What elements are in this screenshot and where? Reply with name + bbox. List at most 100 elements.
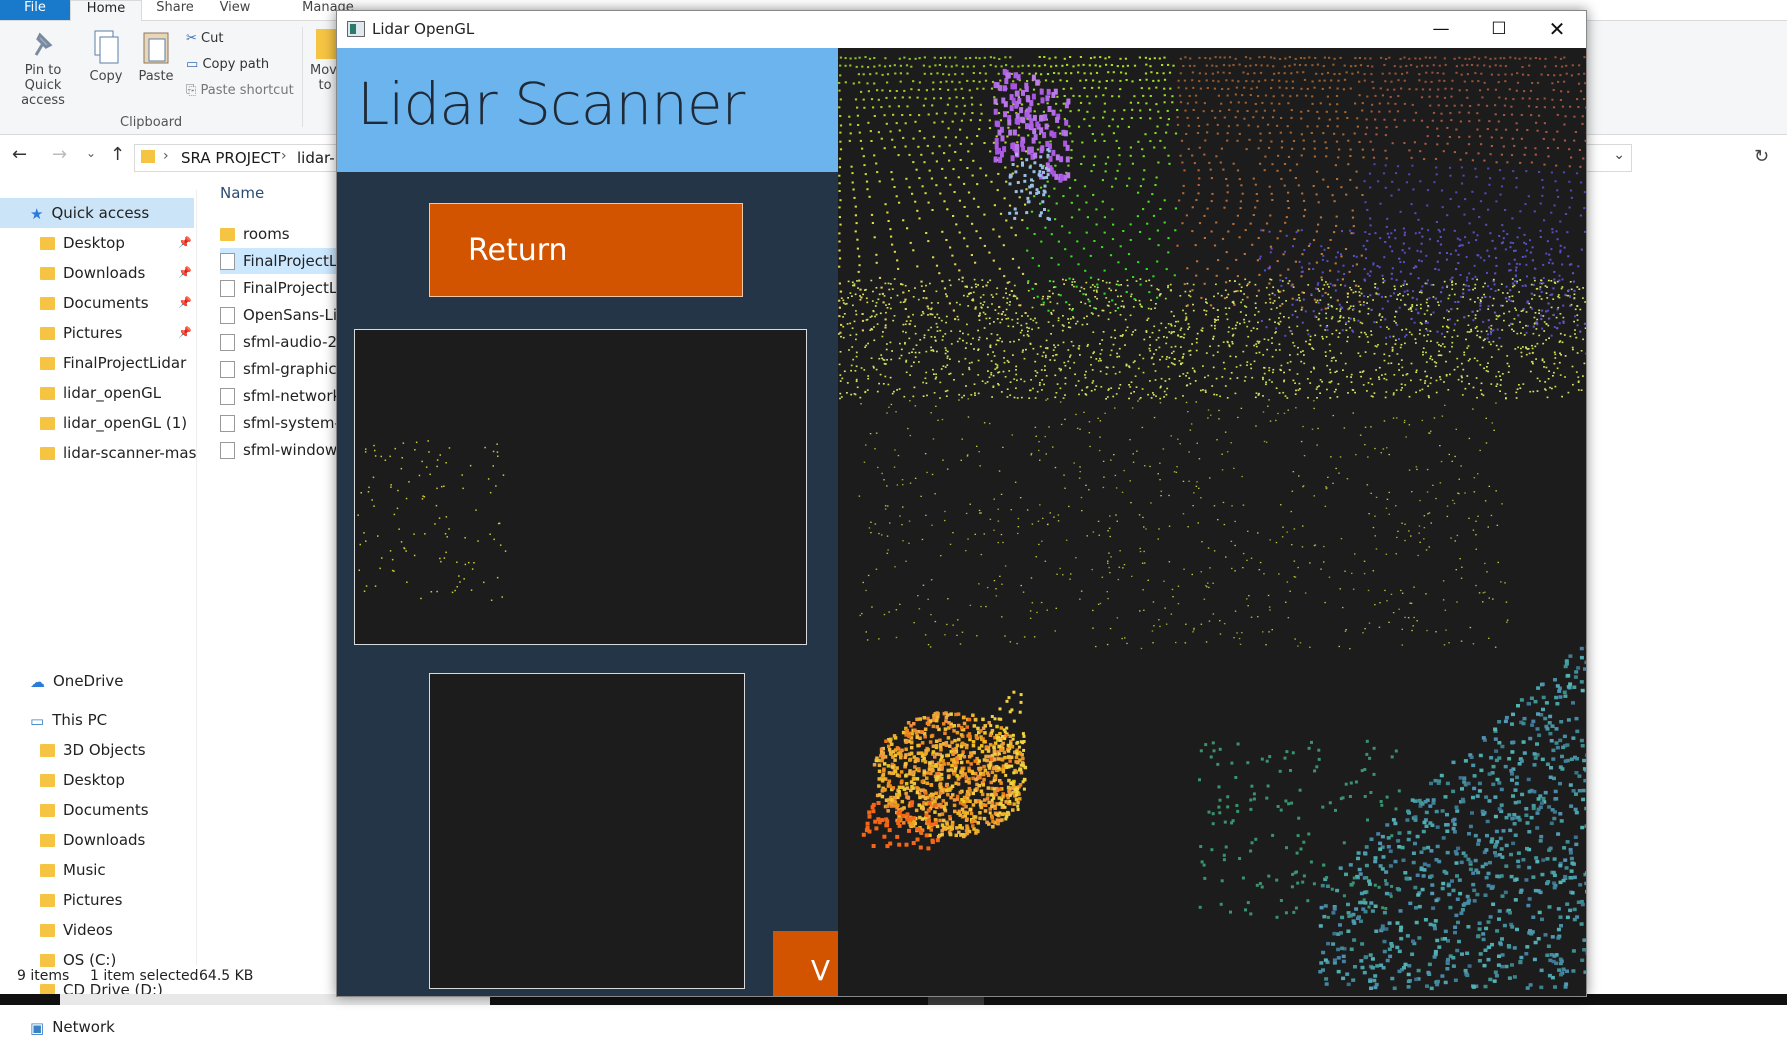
app-banner: Lidar Scanner xyxy=(337,48,838,172)
nav-pc-item[interactable]: Downloads xyxy=(40,825,145,855)
nav-label: 3D Objects xyxy=(63,741,146,759)
pin-icon[interactable]: 📌 xyxy=(178,288,192,318)
breadcrumb-sra-project[interactable]: SRA PROJECT xyxy=(181,149,280,167)
file-icon xyxy=(220,442,235,459)
breadcrumb-lidar[interactable]: lidar- xyxy=(297,149,335,167)
file-icon xyxy=(220,253,235,270)
nav-label: OS (C:) xyxy=(63,951,116,969)
nav-pc-item[interactable]: Desktop xyxy=(40,765,125,795)
folder-icon xyxy=(40,864,55,877)
copy-label: Copy xyxy=(90,69,123,84)
item-count: 9 items xyxy=(17,968,69,984)
folder-icon xyxy=(40,417,55,430)
paste-button[interactable]: Paste xyxy=(136,29,176,84)
v-button[interactable]: V xyxy=(773,931,838,996)
nav-quick-item[interactable]: Documents📌 xyxy=(40,288,196,318)
nav-label: Pictures xyxy=(63,891,122,909)
nav-quick-item[interactable]: lidar_openGL xyxy=(40,378,196,408)
nav-label: Desktop xyxy=(63,234,125,252)
nav-pc-item[interactable]: 3D Objects xyxy=(40,735,146,765)
clipboard-group-label: Clipboard xyxy=(120,115,182,130)
nav-quick-item[interactable]: lidar_openGL (1) xyxy=(40,408,196,438)
refresh-icon[interactable]: ↻ xyxy=(1754,146,1769,167)
nav-quick-item[interactable]: lidar-scanner-master xyxy=(40,438,196,468)
paste-shortcut-button[interactable]: ⎘ Paste shortcut xyxy=(186,83,294,98)
file-list-item[interactable]: sfml-system-2 xyxy=(220,410,345,436)
nav-label: FinalProjectLidar xyxy=(63,354,186,372)
computer-icon: ▭ xyxy=(30,706,44,736)
breadcrumb-chevron-icon: › xyxy=(281,148,287,164)
file-list-item[interactable]: sfml-window xyxy=(220,437,345,463)
window-title: Lidar OpenGL xyxy=(372,20,474,38)
folder-icon xyxy=(141,150,155,163)
nav-pc-item[interactable]: Documents xyxy=(40,795,149,825)
pin-icon[interactable]: 📌 xyxy=(178,318,192,348)
file-list-item[interactable]: FinalProjectLidar xyxy=(220,275,345,301)
cloud-icon: ☁ xyxy=(30,667,45,697)
file-name: FinalProjectLidar xyxy=(243,279,345,297)
file-list-item[interactable]: sfml-audio-2 xyxy=(220,329,345,355)
nav-this-pc[interactable]: ▭ This PC xyxy=(30,705,107,735)
tab-share[interactable]: Share xyxy=(150,0,200,20)
folder-icon xyxy=(40,804,55,817)
nav-quick-access[interactable]: ★Quick access xyxy=(0,198,194,228)
nav-label: Documents xyxy=(63,801,149,819)
lidar-opengl-window: Lidar OpenGL — ☐ ✕ Lidar Scanner Return … xyxy=(336,10,1587,997)
file-list-item[interactable]: OpenSans-Light xyxy=(220,302,345,328)
minimize-icon[interactable]: — xyxy=(1412,11,1470,48)
column-header-name[interactable]: Name xyxy=(220,184,264,202)
file-list-item[interactable]: sfml-graphics xyxy=(220,356,345,382)
folder-icon xyxy=(40,744,55,757)
address-dropdown-icon[interactable]: ⌄ xyxy=(1613,147,1625,163)
nav-quick-item[interactable]: Desktop 📌 xyxy=(40,228,196,258)
nav-network[interactable]: ▣Network xyxy=(30,1012,115,1042)
pin-icon[interactable]: 📌 xyxy=(178,228,192,258)
recent-chevron-icon[interactable]: ⌄ xyxy=(86,146,96,160)
tab-home[interactable]: Home xyxy=(70,0,142,21)
point-cloud-canvas[interactable] xyxy=(838,48,1586,996)
forward-icon[interactable]: → xyxy=(52,144,67,165)
nav-label: lidar_openGL xyxy=(63,384,161,402)
top-down-viewport[interactable] xyxy=(354,329,807,645)
ribbon-separator xyxy=(302,27,303,127)
pin-icon[interactable]: 📌 xyxy=(178,258,192,288)
copy-path-button[interactable]: ▭ Copy path xyxy=(186,57,269,72)
return-button[interactable]: Return xyxy=(429,203,743,297)
folder-icon xyxy=(40,894,55,907)
close-icon[interactable]: ✕ xyxy=(1528,11,1586,48)
cut-button[interactable]: ✂ Cut xyxy=(186,31,223,46)
back-icon[interactable]: ← xyxy=(12,144,27,165)
file-list-item[interactable]: rooms xyxy=(220,221,345,247)
folder-icon xyxy=(40,267,55,280)
file-name: rooms xyxy=(243,225,290,243)
nav-label: This PC xyxy=(52,711,107,729)
nav-pc-item[interactable]: Videos xyxy=(40,915,113,945)
tab-view[interactable]: View xyxy=(210,0,260,20)
tab-file[interactable]: File xyxy=(0,0,70,20)
network-icon: ▣ xyxy=(30,1013,44,1043)
up-icon[interactable]: ↑ xyxy=(110,144,125,165)
folder-icon xyxy=(40,924,55,937)
nav-quick-item[interactable]: Pictures📌 xyxy=(40,318,196,348)
pin-to-quick-access-button[interactable]: Pin to Quick access xyxy=(6,29,80,108)
maximize-icon[interactable]: ☐ xyxy=(1470,11,1528,48)
file-icon xyxy=(220,388,235,405)
nav-onedrive[interactable]: ☁OneDrive xyxy=(30,666,124,696)
title-bar[interactable]: Lidar OpenGL — ☐ ✕ xyxy=(337,11,1586,48)
breadcrumb-chevron-icon: › xyxy=(163,148,169,164)
file-list-item[interactable]: sfml-network xyxy=(220,383,345,409)
nav-quick-item[interactable]: Downloads📌 xyxy=(40,258,196,288)
file-list-item[interactable]: FinalProjectLidar xyxy=(220,248,345,274)
pin-label: Pin to Quick access xyxy=(21,63,65,108)
nav-label: Desktop xyxy=(63,771,125,789)
file-name: sfml-graphics xyxy=(243,360,344,378)
nav-quick-item[interactable]: FinalProjectLidar xyxy=(40,348,196,378)
file-icon xyxy=(220,361,235,378)
nav-pc-item[interactable]: Music xyxy=(40,855,106,885)
secondary-viewport[interactable] xyxy=(429,673,745,989)
nav-label: Quick access xyxy=(51,204,149,222)
nav-pc-item[interactable]: Pictures xyxy=(40,885,122,915)
copy-button[interactable]: Copy xyxy=(86,29,126,84)
folder-icon xyxy=(40,387,55,400)
minimap-point-cloud xyxy=(355,330,806,644)
